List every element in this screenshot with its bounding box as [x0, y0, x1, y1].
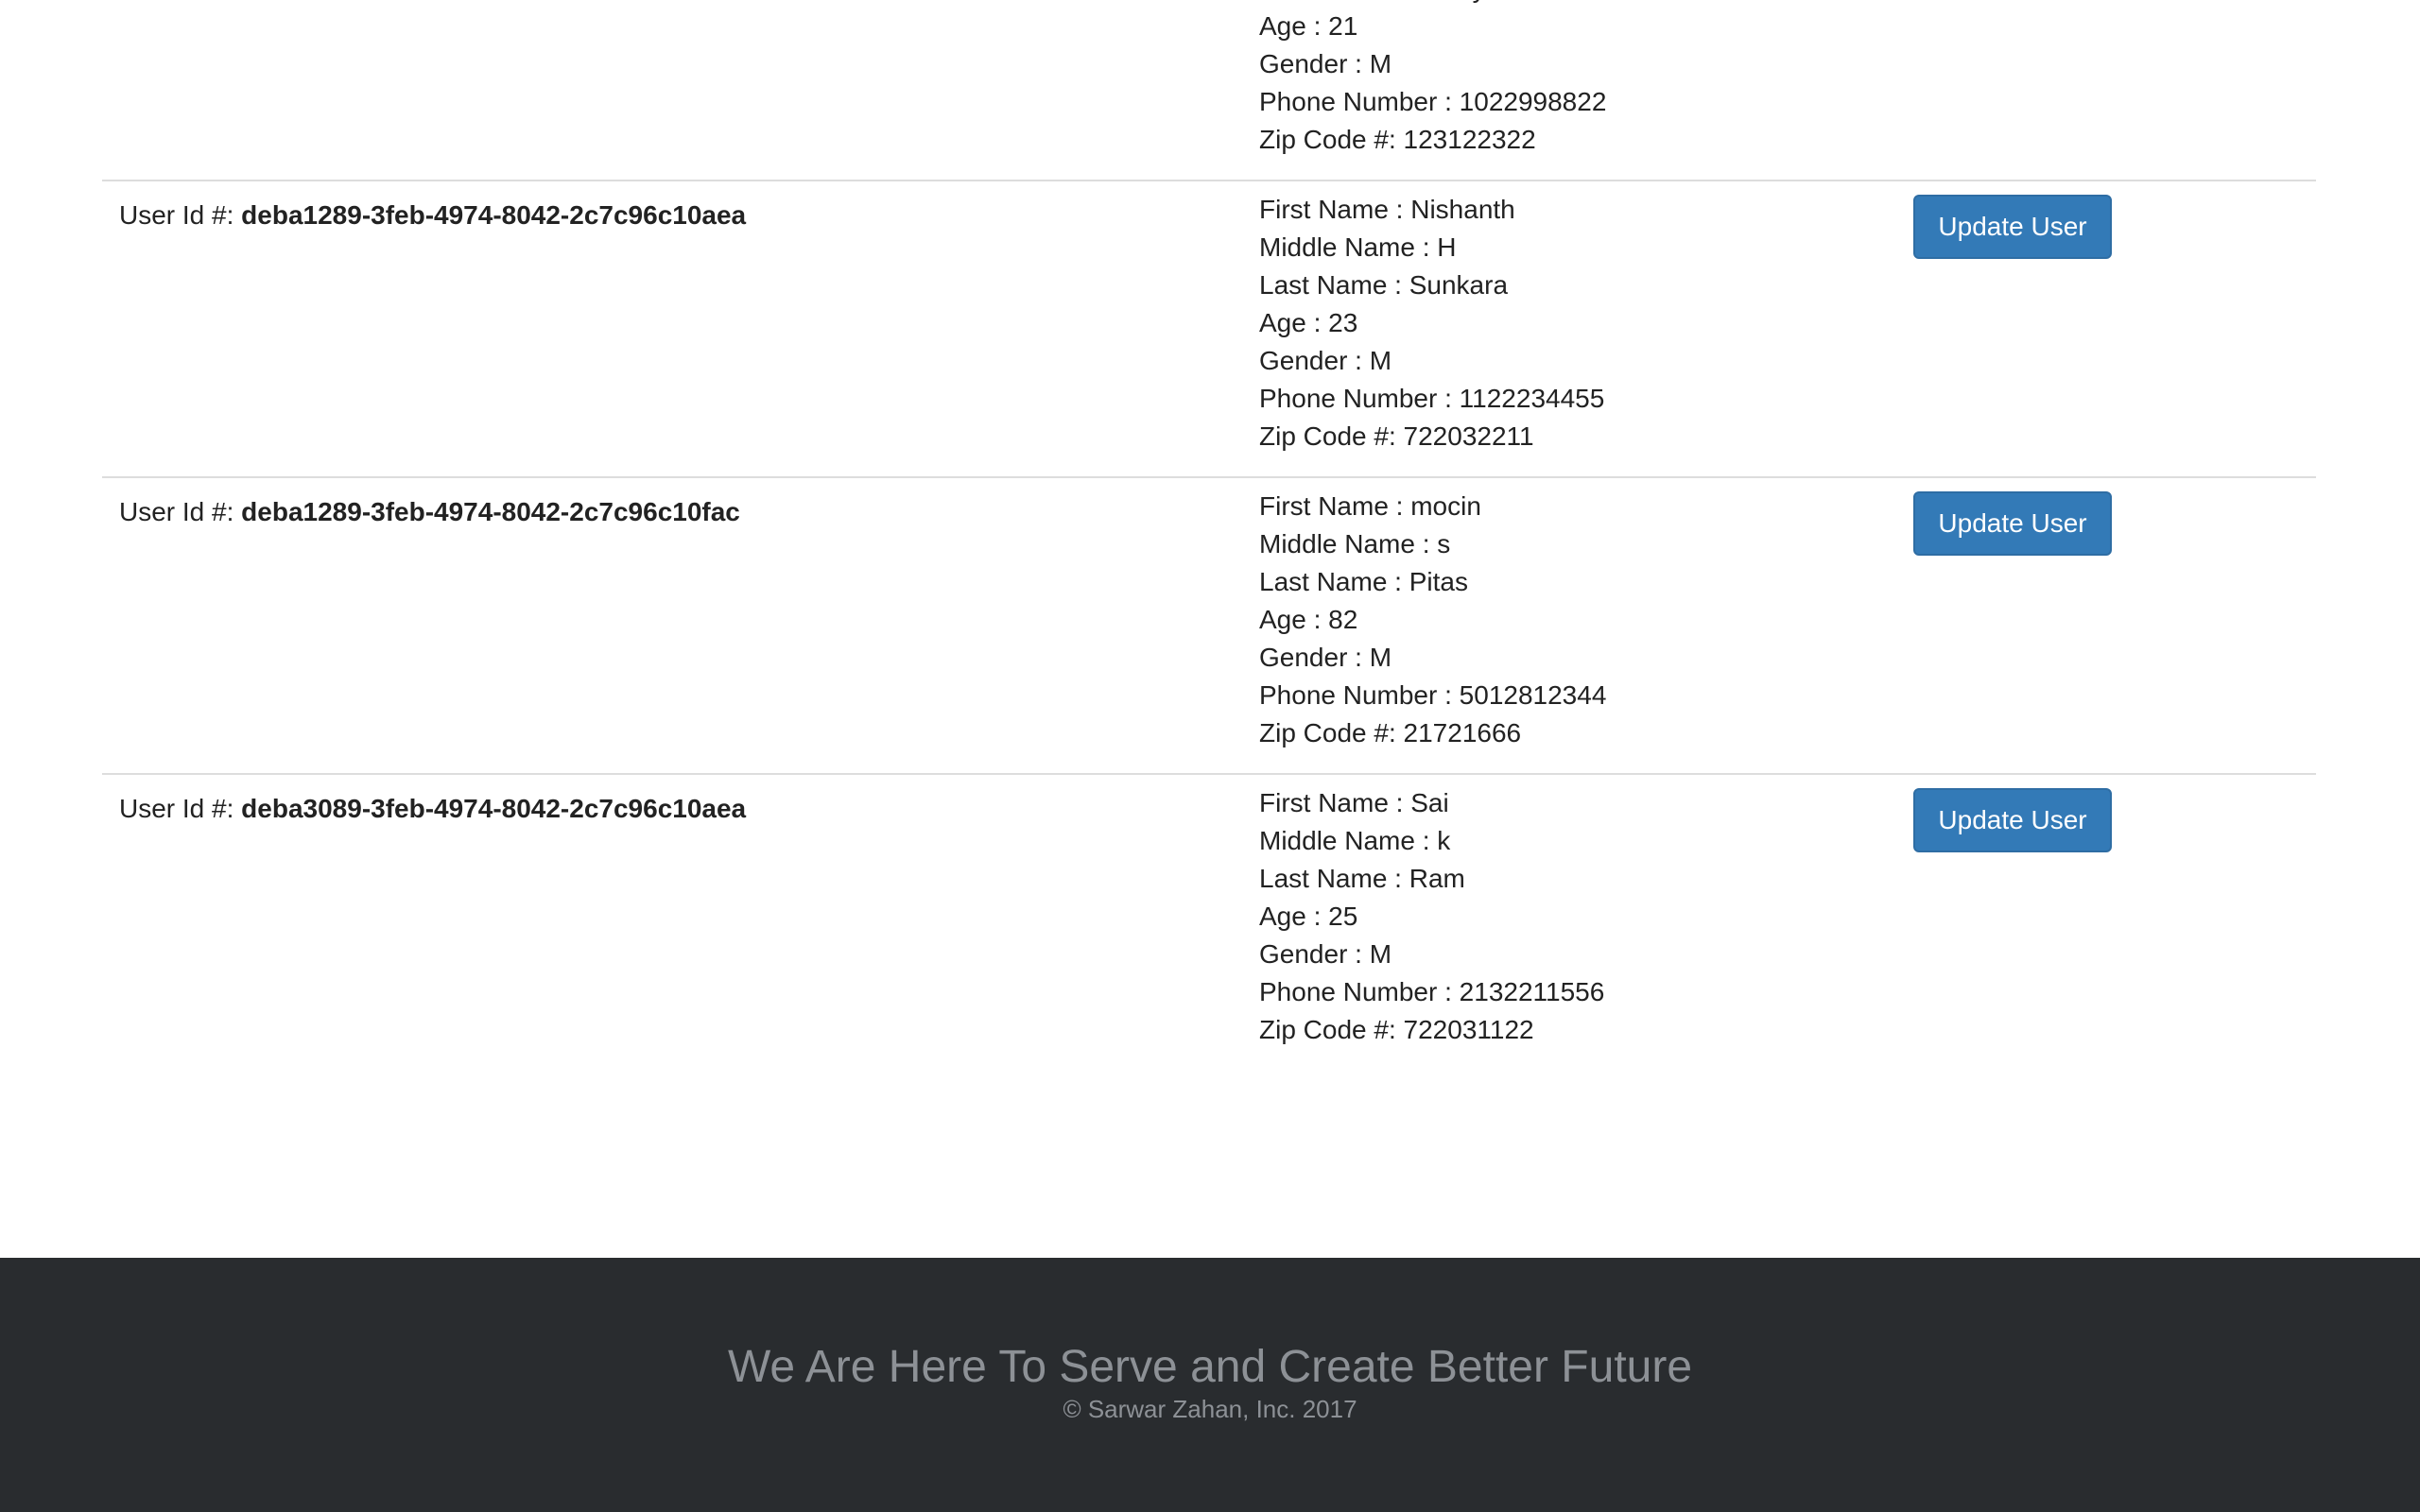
user-action-cell: Update User: [1913, 478, 2316, 773]
user-id-cell: User Id #: deba1289-3feb-4974-8042-2c7c9…: [102, 478, 1259, 773]
zip-text: Zip Code #: 722031122: [1259, 1015, 1534, 1044]
user-id-cell: User Id #: deba1289-3feb-4974-8042-2c7c9…: [102, 181, 1259, 476]
user-id-label: User Id #:: [119, 497, 234, 526]
last-name-text: Last Name : Ram: [1259, 864, 1465, 893]
gender-text: Gender : M: [1259, 939, 1392, 969]
phone-text: Phone Number : 1122234455: [1259, 384, 1605, 413]
last-name-text: Last Name : Reddy: [1259, 0, 1913, 8]
gender-text: Gender : M: [1259, 346, 1392, 375]
age-text: Age : 82: [1259, 605, 1358, 634]
page: Last Name : Reddy Age : 21 Gender : M Ph…: [0, 0, 2420, 1512]
user-row: User Id #: deba1289-3feb-4974-8042-2c7c9…: [102, 181, 2316, 478]
user-id-value: deba1289-3feb-4974-8042-2c7c96c10aea: [241, 200, 747, 230]
zip-text: Zip Code #: 21721666: [1259, 718, 1522, 747]
middle-name-text: Middle Name : k: [1259, 826, 1451, 855]
user-row: Last Name : Reddy Age : 21 Gender : M Ph…: [102, 0, 2316, 181]
footer-copyright: © Sarwar Zahan, Inc. 2017: [1063, 1395, 1357, 1423]
gender-text: Gender : M: [1259, 643, 1392, 672]
user-id-label: User Id #:: [119, 200, 234, 230]
footer-tagline: We Are Here To Serve and Create Better F…: [727, 1342, 1693, 1392]
user-action-cell: Update User: [1913, 181, 2316, 476]
user-id-cell: [102, 0, 1259, 180]
user-id-cell: User Id #: deba3089-3feb-4974-8042-2c7c9…: [102, 775, 1259, 1072]
middle-name-text: Middle Name : s: [1259, 529, 1451, 558]
last-name-text: Last Name : Pitas: [1259, 567, 1468, 596]
phone-text: Phone Number : 2132211556: [1259, 977, 1605, 1006]
zip-text: Zip Code #: 722032211: [1259, 421, 1534, 451]
user-row: User Id #: deba1289-3feb-4974-8042-2c7c9…: [102, 478, 2316, 775]
zip-text: Zip Code #: 123122322: [1259, 125, 1536, 154]
age-text: Age : 25: [1259, 902, 1358, 931]
user-details: First Name : Nishanth Middle Name : H La…: [1259, 181, 1913, 476]
user-action-cell: [1913, 0, 2316, 180]
user-details: Last Name : Reddy Age : 21 Gender : M Ph…: [1259, 0, 1913, 180]
footer: We Are Here To Serve and Create Better F…: [0, 1258, 2420, 1512]
phone-text: Phone Number : 1022998822: [1259, 87, 1607, 116]
user-id-label: User Id #:: [119, 794, 234, 823]
gender-text: Gender : M: [1259, 49, 1392, 78]
user-id-value: deba3089-3feb-4974-8042-2c7c96c10aea: [241, 794, 747, 823]
first-name-text: First Name : mocin: [1259, 491, 1481, 521]
first-name-text: First Name : Sai: [1259, 788, 1449, 817]
user-details: First Name : Sai Middle Name : k Last Na…: [1259, 775, 1913, 1072]
last-name-text: Last Name : Sunkara: [1259, 270, 1509, 300]
phone-text: Phone Number : 5012812344: [1259, 680, 1607, 710]
user-action-cell: Update User: [1913, 775, 2316, 1072]
update-user-button[interactable]: Update User: [1913, 491, 2112, 556]
age-text: Age : 23: [1259, 308, 1358, 337]
update-user-button[interactable]: Update User: [1913, 788, 2112, 852]
update-user-button[interactable]: Update User: [1913, 195, 2112, 259]
first-name-text: First Name : Nishanth: [1259, 195, 1515, 224]
age-text: Age : 21: [1259, 11, 1358, 41]
middle-name-text: Middle Name : H: [1259, 232, 1457, 262]
user-id-value: deba1289-3feb-4974-8042-2c7c96c10fac: [241, 497, 740, 526]
user-details: First Name : mocin Middle Name : s Last …: [1259, 478, 1913, 773]
user-list: Last Name : Reddy Age : 21 Gender : M Ph…: [102, 0, 2316, 1072]
user-row: User Id #: deba3089-3feb-4974-8042-2c7c9…: [102, 775, 2316, 1072]
